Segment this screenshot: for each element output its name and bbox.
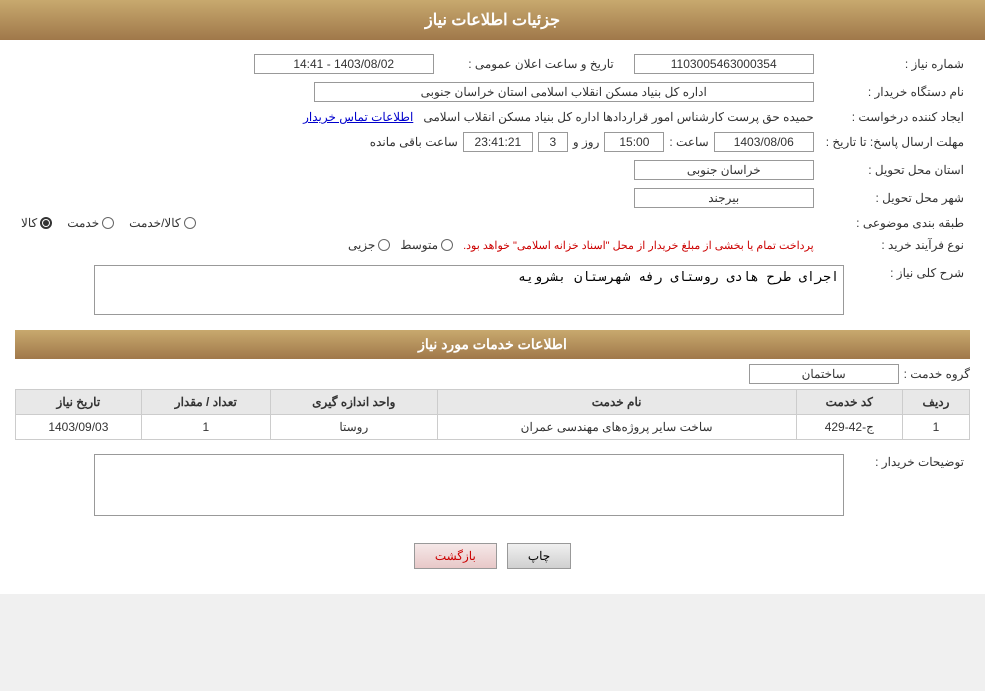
info-table: شماره نیاز : 1103005463000354 تاریخ و سا… bbox=[15, 50, 970, 256]
col-header-name: نام خدمت bbox=[437, 390, 796, 415]
process-option-partial: جزیی bbox=[348, 238, 390, 252]
deadline-date: 1403/08/06 bbox=[714, 132, 814, 152]
radio-kala-khadamat[interactable] bbox=[184, 217, 196, 229]
category-options-cell: کالا/خدمت خدمت کالا bbox=[15, 212, 820, 234]
announce-label: تاریخ و ساعت اعلان عمومی : bbox=[440, 50, 620, 78]
category-option-khadamat: خدمت bbox=[67, 216, 114, 230]
description-label: شرح کلی نیاز : bbox=[850, 261, 970, 322]
service-group-row: گروه خدمت : ساختمان bbox=[15, 364, 970, 384]
city-value-cell: بیرجند bbox=[15, 184, 820, 212]
buyer-org-label: نام دستگاه خریدار : bbox=[820, 78, 970, 106]
col-header-code: کد خدمت bbox=[796, 390, 902, 415]
category-option-kala-khadamat: کالا/خدمت bbox=[129, 216, 195, 230]
contact-link[interactable]: اطلاعات تماس خریدار bbox=[303, 110, 413, 124]
category-label-kala: کالا bbox=[21, 216, 37, 230]
cell-name: ساخت سایر پروژه‌های مهندسی عمران bbox=[437, 415, 796, 440]
buyer-desc-table: توضیحات خریدار : bbox=[15, 450, 970, 523]
province-value-cell: خراسان جنوبی bbox=[15, 156, 820, 184]
back-button[interactable]: بازگشت bbox=[414, 543, 497, 569]
deadline-days-label: روز و bbox=[573, 135, 600, 149]
radio-medium[interactable] bbox=[441, 239, 453, 251]
city-value: بیرجند bbox=[634, 188, 814, 208]
creator-value-cell: حمیده حق پرست کارشناس امور قراردادها ادا… bbox=[15, 106, 820, 128]
service-group-value: ساختمان bbox=[749, 364, 899, 384]
bottom-buttons: چاپ بازگشت bbox=[15, 528, 970, 584]
deadline-time: 15:00 bbox=[604, 132, 664, 152]
process-row: پرداخت تمام یا بخشی از مبلغ خریدار از مح… bbox=[15, 234, 820, 256]
process-label-medium: متوسط bbox=[400, 238, 438, 252]
city-label: شهر محل تحویل : bbox=[820, 184, 970, 212]
deadline-row: 1403/08/06 ساعت : 15:00 روز و 3 23:41:21… bbox=[15, 128, 820, 156]
col-header-rownum: ردیف bbox=[902, 390, 969, 415]
category-label: طبقه بندی موضوعی : bbox=[820, 212, 970, 234]
deadline-time-label: ساعت : bbox=[669, 135, 708, 149]
process-note: پرداخت تمام یا بخشی از مبلغ خریدار از مح… bbox=[463, 239, 814, 252]
description-table: شرح کلی نیاز : bbox=[15, 261, 970, 322]
category-option-kala: کالا bbox=[21, 216, 52, 230]
col-header-date: تاریخ نیاز bbox=[16, 390, 142, 415]
table-row: 1 ج-42-429 ساخت سایر پروژه‌های مهندسی عم… bbox=[16, 415, 970, 440]
buyer-desc-textarea[interactable] bbox=[94, 454, 844, 516]
radio-partial[interactable] bbox=[378, 239, 390, 251]
deadline-label: مهلت ارسال پاسخ: تا تاریخ : bbox=[820, 128, 970, 156]
announce-value-cell: 1403/08/02 - 14:41 bbox=[15, 50, 440, 78]
buyer-desc-label: توضیحات خریدار : bbox=[850, 450, 970, 523]
deadline-days: 3 bbox=[538, 132, 568, 152]
cell-rownum: 1 bbox=[902, 415, 969, 440]
description-value-cell bbox=[15, 261, 850, 322]
process-label-partial: جزیی bbox=[348, 238, 375, 252]
description-textarea[interactable] bbox=[94, 265, 844, 315]
buyer-desc-value-cell bbox=[15, 450, 850, 523]
deadline-countdown: 23:41:21 bbox=[463, 132, 533, 152]
cell-code: ج-42-429 bbox=[796, 415, 902, 440]
header-title: جزئیات اطلاعات نیاز bbox=[425, 12, 560, 29]
buyer-org-value-cell: اداره کل بنیاد مسکن انقلاب اسلامی استان … bbox=[15, 78, 820, 106]
radio-kala[interactable] bbox=[40, 217, 52, 229]
category-label-khadamat: خدمت bbox=[67, 216, 99, 230]
buyer-org-value: اداره کل بنیاد مسکن انقلاب اسلامی استان … bbox=[314, 82, 814, 102]
need-number-value: 1103005463000354 bbox=[634, 54, 814, 74]
services-title: اطلاعات خدمات مورد نیاز bbox=[418, 336, 567, 352]
announce-value: 1403/08/02 - 14:41 bbox=[254, 54, 434, 74]
content-area: شماره نیاز : 1103005463000354 تاریخ و سا… bbox=[0, 40, 985, 594]
process-label: نوع فرآیند خرید : bbox=[820, 234, 970, 256]
cell-unit: روستا bbox=[270, 415, 437, 440]
deadline-remaining: ساعت باقی مانده bbox=[370, 135, 458, 149]
service-group-label: گروه خدمت : bbox=[904, 367, 970, 381]
province-label: استان محل تحویل : bbox=[820, 156, 970, 184]
category-label-kala-khadamat: کالا/خدمت bbox=[129, 216, 180, 230]
services-section-header: اطلاعات خدمات مورد نیاز bbox=[15, 330, 970, 359]
print-button[interactable]: چاپ bbox=[507, 543, 571, 569]
col-header-qty: تعداد / مقدار bbox=[141, 390, 270, 415]
province-value: خراسان جنوبی bbox=[634, 160, 814, 180]
cell-qty: 1 bbox=[141, 415, 270, 440]
need-number-label: شماره نیاز : bbox=[820, 50, 970, 78]
process-option-medium: متوسط bbox=[400, 238, 453, 252]
page-container: جزئیات اطلاعات نیاز شماره نیاز : 1103005… bbox=[0, 0, 985, 594]
col-header-unit: واحد اندازه گیری bbox=[270, 390, 437, 415]
page-header: جزئیات اطلاعات نیاز bbox=[0, 0, 985, 40]
radio-khadamat[interactable] bbox=[102, 217, 114, 229]
cell-date: 1403/09/03 bbox=[16, 415, 142, 440]
creator-value: حمیده حق پرست کارشناس امور قراردادها ادا… bbox=[423, 110, 813, 124]
services-table: ردیف کد خدمت نام خدمت واحد اندازه گیری ت… bbox=[15, 389, 970, 440]
creator-label: ایجاد کننده درخواست : bbox=[820, 106, 970, 128]
need-number-value-cell: 1103005463000354 bbox=[620, 50, 820, 78]
